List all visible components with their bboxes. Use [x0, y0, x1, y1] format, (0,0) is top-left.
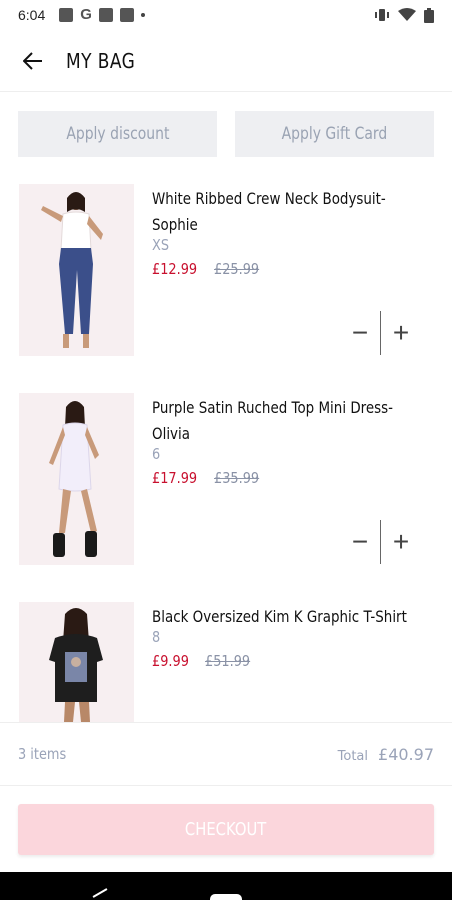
- wifi-icon: [398, 8, 416, 21]
- gallery-icon: [59, 8, 74, 22]
- product-photo-model: [19, 184, 134, 356]
- sale-price: £17.99: [152, 469, 198, 487]
- product-name-line: Olivia: [152, 424, 190, 443]
- vibrate-icon: [375, 9, 389, 21]
- page-title: MY BAG: [66, 48, 136, 73]
- increase-quantity-button[interactable]: +: [381, 311, 421, 355]
- status-time: 6:04: [18, 7, 46, 23]
- total-label: Total: [337, 748, 369, 764]
- product-size: 6: [152, 445, 161, 463]
- arrow-left-icon: [23, 51, 42, 70]
- sale-price: £9.99: [152, 652, 189, 670]
- checkout-label: CHECKOUT: [185, 819, 267, 840]
- original-price: £35.99: [214, 469, 260, 487]
- product-name[interactable]: White Ribbed Crew Neck Bodysuit- Sophie: [152, 186, 422, 238]
- back-button[interactable]: [0, 30, 66, 92]
- gmail-icon: [98, 8, 113, 22]
- price-row: £9.99 £51.99: [152, 652, 257, 670]
- battery-icon: [424, 7, 434, 23]
- bag-summary: 3 items Total £40.97: [0, 722, 452, 786]
- sale-price: £12.99: [152, 260, 198, 278]
- product-size: XS: [152, 236, 170, 254]
- status-bar: 6:04 G: [0, 0, 452, 30]
- decrease-quantity-button[interactable]: −: [340, 520, 380, 564]
- product-image[interactable]: [19, 393, 134, 565]
- apply-gift-card-label: Apply Gift Card: [281, 124, 388, 144]
- quantity-stepper: − +: [340, 520, 430, 564]
- apply-discount-label: Apply discount: [65, 124, 170, 144]
- nav-home-icon[interactable]: [210, 894, 242, 900]
- nav-back-icon[interactable]: [92, 888, 108, 898]
- more-notifications-icon: [140, 13, 145, 17]
- quantity-stepper: − +: [340, 311, 430, 355]
- product-name-line: Black Oversized Kim K Graphic T-Shirt: [152, 607, 407, 626]
- google-icon: G: [80, 6, 92, 23]
- product-name-line: Purple Satin Ruched Top Mini Dress-: [152, 398, 394, 417]
- product-photo-model: [19, 602, 134, 722]
- checkout-button[interactable]: CHECKOUT: [18, 804, 434, 855]
- bag-item: White Ribbed Crew Neck Bodysuit- Sophie …: [0, 184, 452, 356]
- price-row: £17.99 £35.99: [152, 469, 267, 487]
- original-price: £25.99: [214, 260, 260, 278]
- product-name-line: Sophie: [152, 215, 198, 234]
- price-row: £12.99 £25.99: [152, 260, 267, 278]
- bag-items-list: White Ribbed Crew Neck Bodysuit- Sophie …: [0, 184, 452, 722]
- product-photo-model: [19, 393, 134, 565]
- bag-item: Black Oversized Kim K Graphic T-Shirt 8 …: [0, 602, 452, 722]
- product-image[interactable]: [19, 184, 134, 356]
- system-nav-bar: [0, 872, 452, 900]
- total-value: £40.97: [378, 744, 434, 764]
- apply-gift-card-button[interactable]: Apply Gift Card: [235, 111, 434, 157]
- apply-discount-button[interactable]: Apply discount: [18, 111, 217, 157]
- product-name-line: White Ribbed Crew Neck Bodysuit-: [152, 189, 386, 208]
- promo-actions: Apply discount Apply Gift Card: [18, 111, 434, 157]
- notification-icons: G: [59, 6, 145, 23]
- app-notification-icon: [119, 8, 134, 22]
- increase-quantity-button[interactable]: +: [381, 520, 421, 564]
- product-size: 8: [152, 628, 161, 646]
- items-count: 3 items: [18, 745, 67, 763]
- app-bar: MY BAG: [0, 30, 452, 92]
- decrease-quantity-button[interactable]: −: [340, 311, 380, 355]
- product-name[interactable]: Black Oversized Kim K Graphic T-Shirt: [152, 604, 422, 630]
- original-price: £51.99: [204, 652, 250, 670]
- bag-item: Purple Satin Ruched Top Mini Dress- Oliv…: [0, 393, 452, 565]
- product-image[interactable]: [19, 602, 134, 722]
- total: Total £40.97: [338, 745, 434, 764]
- product-name[interactable]: Purple Satin Ruched Top Mini Dress- Oliv…: [152, 395, 422, 447]
- system-icons: [374, 7, 434, 23]
